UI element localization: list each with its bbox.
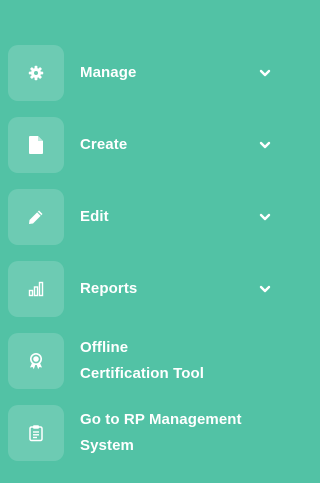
document-icon xyxy=(29,136,43,154)
menu-item-reports[interactable]: Reports xyxy=(0,261,286,319)
menu-item-offline-certification-tool[interactable]: Offline Certification Tool xyxy=(0,333,286,391)
pencil-icon xyxy=(29,210,43,224)
icon-box xyxy=(8,117,64,173)
menu-item-label-line-2: Certification Tool xyxy=(80,365,205,382)
menu-item-label: Offline Certification Tool xyxy=(80,335,270,387)
icon-box xyxy=(8,261,64,317)
icon-box xyxy=(8,189,64,245)
menu-item-label-line-1: Offline xyxy=(80,339,129,356)
menu-item-label: Create xyxy=(80,136,128,153)
chevron-down-icon xyxy=(259,141,271,149)
menu-item-label: Edit xyxy=(80,208,109,225)
menu-item-label: Go to RP Management System xyxy=(80,407,270,459)
bar-chart-icon xyxy=(28,281,44,297)
menu-item-create[interactable]: Create xyxy=(0,117,286,175)
sidebar-menu: Manage Create Edit Reports Offline Certi… xyxy=(0,0,286,483)
menu-item-manage[interactable]: Manage xyxy=(0,45,286,103)
certificate-icon xyxy=(30,353,42,370)
gear-icon xyxy=(28,65,44,81)
icon-box xyxy=(8,333,64,389)
menu-item-go-to-rp-management-system[interactable]: Go to RP Management System xyxy=(0,405,286,463)
chevron-down-icon xyxy=(259,213,271,221)
chevron-down-icon xyxy=(259,69,271,77)
menu-item-label: Manage xyxy=(80,64,137,81)
menu-item-label: Reports xyxy=(80,280,138,297)
clipboard-icon xyxy=(29,425,43,442)
menu-item-edit[interactable]: Edit xyxy=(0,189,286,247)
menu-item-label-line-1: Go to RP Management xyxy=(80,411,242,428)
menu-item-label-line-2: System xyxy=(80,437,134,454)
icon-box xyxy=(8,405,64,461)
icon-box xyxy=(8,45,64,101)
chevron-down-icon xyxy=(259,285,271,293)
